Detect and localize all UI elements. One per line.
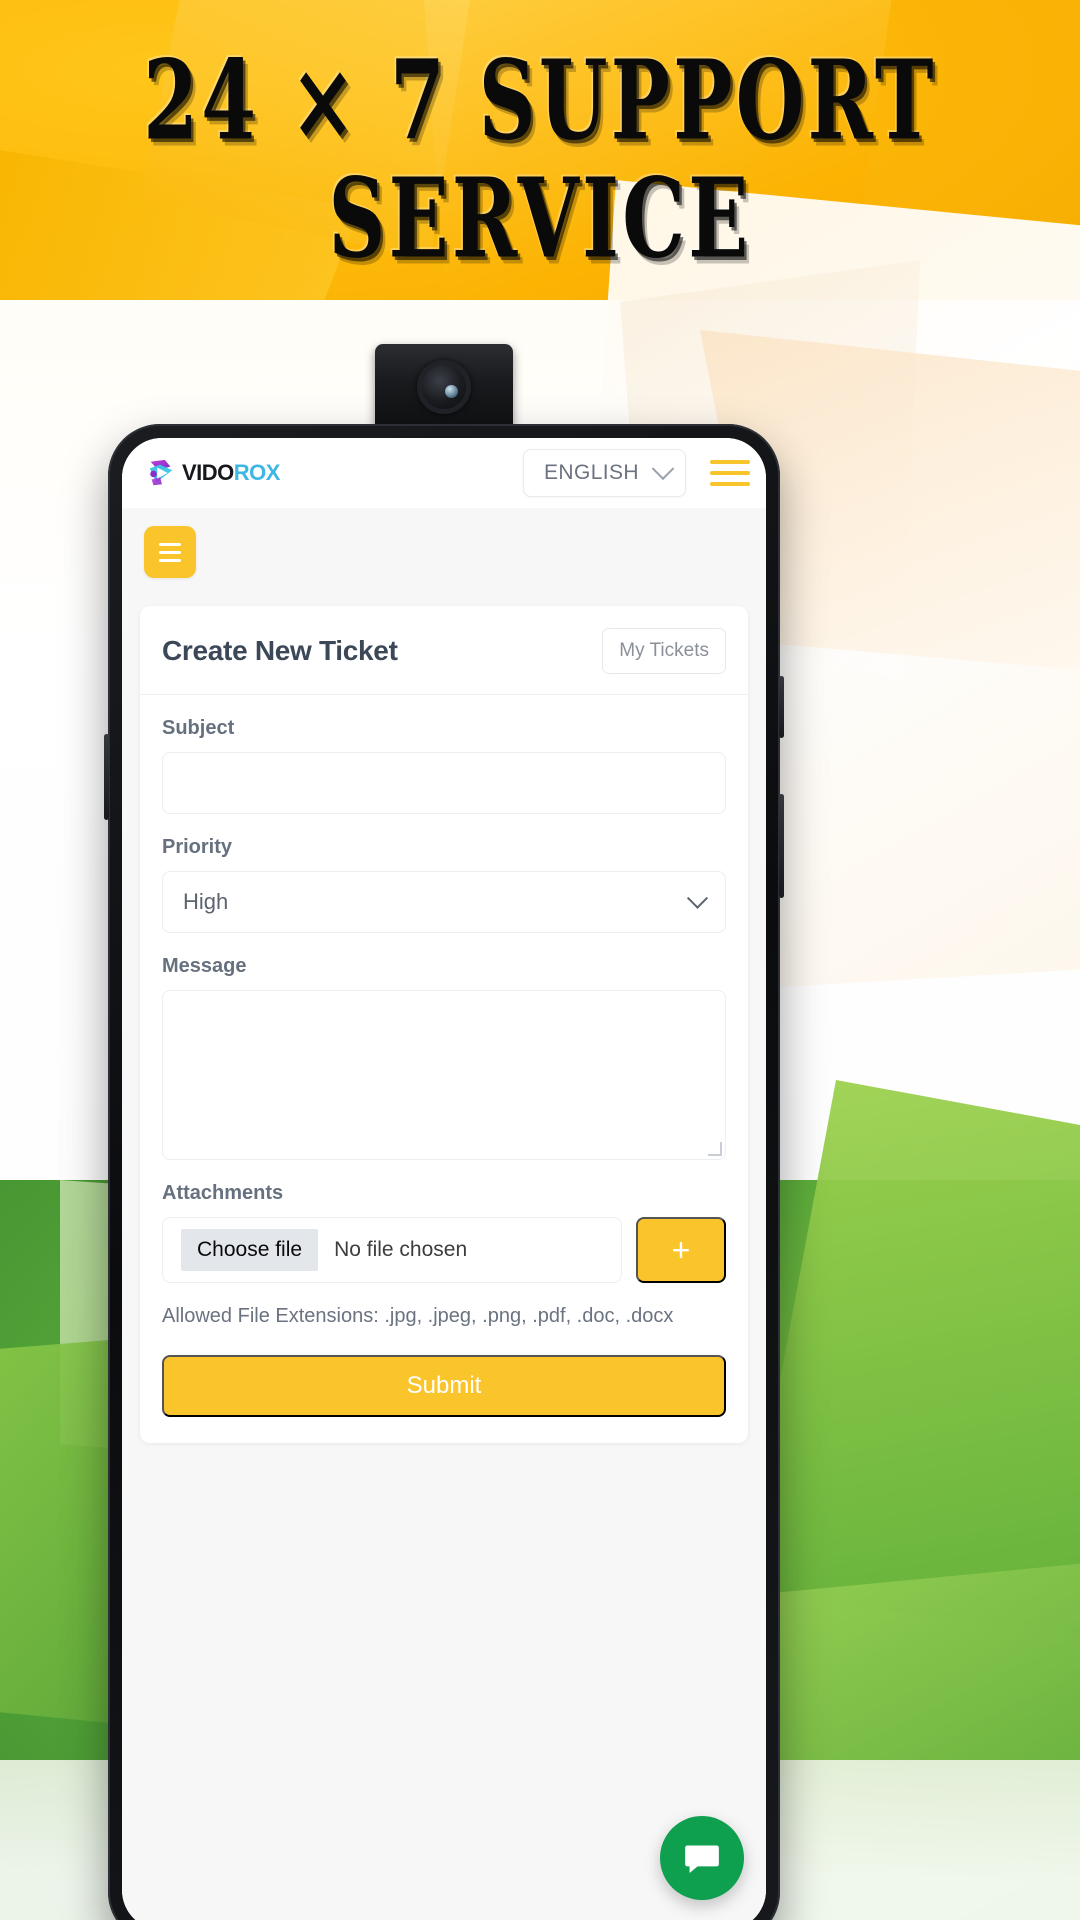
create-ticket-card: Create New Ticket My Tickets Subject Pri…: [140, 606, 748, 1443]
language-selector[interactable]: ENGLISH: [523, 449, 686, 497]
app-content: Create New Ticket My Tickets Subject Pri…: [122, 508, 766, 1920]
message-label: Message: [162, 955, 247, 977]
add-attachment-button[interactable]: +: [636, 1217, 726, 1283]
priority-selected-value: High: [183, 889, 229, 914]
language-selector-label: ENGLISH: [544, 461, 639, 484]
attachments-field-group: Attachments Choose file No file chosen +: [162, 1182, 726, 1331]
power-button[interactable]: [779, 794, 784, 898]
play-logo-icon: [149, 459, 173, 486]
brand-logo[interactable]: VIDOROX: [146, 458, 280, 488]
camera-lens-icon: [417, 360, 471, 415]
volume-button[interactable]: [779, 676, 784, 738]
priority-label: Priority: [162, 836, 233, 858]
card-body: Subject Priority High Message Attachment…: [140, 695, 748, 1443]
subject-field-group: Subject: [162, 717, 726, 814]
vidorox-app: VIDOROX ENGLISH Create New Ticket My Tic…: [122, 438, 766, 1920]
priority-select[interactable]: High: [162, 871, 726, 933]
brand-text-second: ROX: [233, 460, 281, 485]
assistant-button[interactable]: [104, 734, 109, 820]
chevron-down-icon: [651, 457, 675, 481]
chat-widget-button[interactable]: [660, 1816, 744, 1900]
brand-wordmark: VIDOROX: [182, 460, 280, 486]
phone-bezel: VIDOROX ENGLISH Create New Ticket My Tic…: [122, 438, 766, 1920]
brand-text-first: VIDO: [182, 460, 234, 485]
page-title: Create New Ticket: [162, 635, 398, 666]
priority-field-group: Priority High: [162, 836, 726, 933]
phone-body: VIDOROX ENGLISH Create New Ticket My Tic…: [104, 424, 784, 1920]
attachments-label: Attachments: [162, 1182, 284, 1204]
sidebar-toggle-button[interactable]: [144, 526, 196, 578]
file-input[interactable]: Choose file No file chosen: [162, 1217, 622, 1283]
phone-mockup: VIDOROX ENGLISH Create New Ticket My Tic…: [104, 344, 784, 1920]
submit-button[interactable]: Submit: [162, 1355, 726, 1417]
card-header: Create New Ticket My Tickets: [140, 606, 748, 695]
poster-stage: 24 × 7 SUPPORT SERVICE VIDOROX ENGLISH C…: [0, 0, 1080, 1920]
subject-input[interactable]: [162, 752, 726, 814]
chat-bubble-icon: [685, 1845, 719, 1874]
allowed-extensions-text: Allowed File Extensions: .jpg, .jpeg, .p…: [162, 1305, 674, 1327]
message-field-group: Message: [162, 955, 726, 1160]
choose-file-button[interactable]: Choose file: [181, 1229, 319, 1271]
hamburger-menu-icon[interactable]: [710, 456, 750, 490]
attachment-row: Choose file No file chosen +: [162, 1217, 726, 1283]
chevron-down-icon: [686, 887, 709, 909]
message-textarea[interactable]: [162, 990, 726, 1160]
file-status-text: No file chosen: [334, 1238, 468, 1261]
my-tickets-button[interactable]: My Tickets: [602, 628, 726, 674]
app-header: VIDOROX ENGLISH: [122, 438, 766, 508]
subject-label: Subject: [162, 717, 235, 739]
phone-screen: VIDOROX ENGLISH Create New Ticket My Tic…: [122, 438, 766, 1920]
